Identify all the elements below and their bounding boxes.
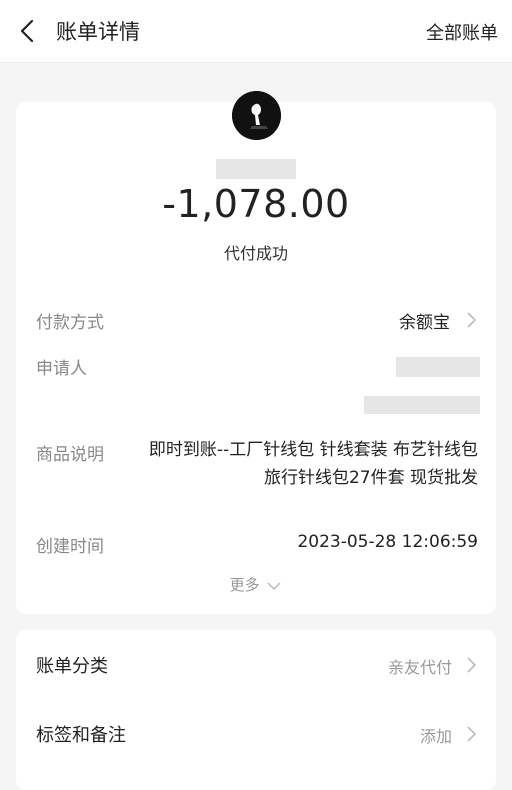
tags-notes-value: 添加 [419,727,452,746]
top-nav-bar: 账单详情 全部账单 [0,0,512,63]
product-description-label: 商品说明 [36,445,104,465]
bill-category-label: 账单分类 [36,656,108,677]
chevron-down-icon [267,581,281,590]
bill-detail-card: -1,078.00 代付成功 付款方式 余额宝 申请人 商品说明 即时到账--工… [16,91,496,614]
bill-category-value: 亲友代付 [387,658,452,677]
payment-method-label: 付款方式 [36,313,104,333]
page-title: 账单详情 [56,20,140,44]
avatar-figure-icon [232,91,281,140]
product-description-value: 即时到账--工厂针线包 针线套装 布艺针线包 旅行针线包27件套 现货批发 [148,440,478,488]
masked-payee-name [216,159,296,179]
applicant-label: 申请人 [36,359,87,379]
tags-notes-chevron-icon [467,726,477,742]
payment-status: 代付成功 [223,244,288,263]
bill-options-card: 账单分类 亲友代付 标签和备注 添加 [16,630,496,790]
all-bills-link[interactable]: 全部账单 [426,19,498,45]
more-label: 更多 [229,576,260,594]
payment-method-value[interactable]: 余额宝 [399,308,450,333]
payment-method-chevron-icon[interactable] [464,311,478,329]
back-arrow-icon [20,19,34,43]
more-toggle[interactable]: 更多 [16,574,496,595]
tags-notes-label: 标签和备注 [36,725,126,746]
back-button[interactable] [10,13,44,49]
created-time-value: 2023-05-28 12:06:59 [297,532,478,552]
masked-applicant-account [364,396,480,414]
merchant-avatar [232,91,281,140]
masked-applicant-name [396,357,480,377]
created-time-label: 创建时间 [36,537,104,557]
bill-amount: -1,078.00 [162,182,350,226]
bill-category-chevron-icon [467,657,477,673]
